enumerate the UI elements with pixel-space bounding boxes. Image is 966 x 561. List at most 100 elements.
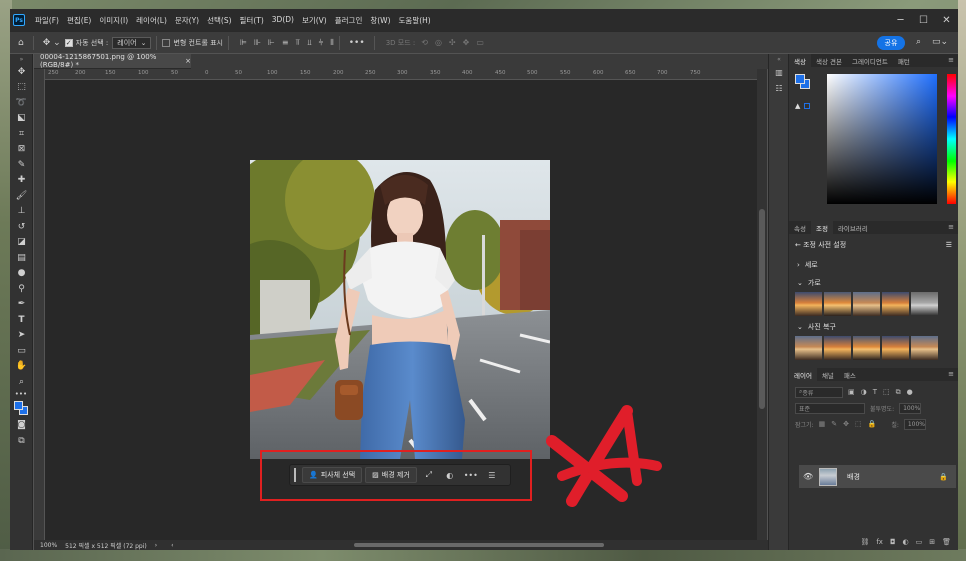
3d-slide-icon[interactable]: ✥ [463, 38, 470, 47]
transform-controls-checkbox[interactable] [162, 38, 171, 47]
menu-layer[interactable]: 레이어(L) [132, 15, 171, 26]
fx-icon[interactable]: fx [876, 538, 883, 546]
preset-thumbnail[interactable] [824, 292, 851, 316]
frame-tool-icon[interactable]: ⊠ [10, 142, 33, 158]
quick-mask-icon[interactable]: ◙ [10, 418, 33, 434]
tab-color[interactable]: 색상 [789, 54, 811, 67]
select-subject-button[interactable]: 👤 피사체 선택 [302, 467, 363, 483]
lock-all-icon[interactable]: 🔒 [868, 420, 877, 428]
menu-filter[interactable]: 필터(T) [236, 15, 268, 26]
filter-toggle-icon[interactable]: ● [907, 388, 913, 397]
type-tool-icon[interactable]: T [10, 312, 33, 328]
history-icon[interactable]: ▥ [769, 64, 789, 80]
preset-group-landscape[interactable]: ⌄ 가로 [789, 274, 958, 292]
lock-artboard-icon[interactable]: ⬚ [855, 420, 862, 428]
foreground-color-swatch[interactable] [14, 400, 23, 410]
rectangle-tool-icon[interactable]: ▭ [10, 343, 33, 359]
move-tool-icon[interactable]: ✥ ⌄ [43, 38, 61, 48]
foreground-color-swatch[interactable] [795, 74, 805, 84]
preset-thumbnail[interactable] [911, 292, 938, 316]
vertical-ruler[interactable] [34, 69, 45, 540]
pixel-filter-icon[interactable]: ▣ [848, 388, 855, 397]
align-right-icon[interactable]: ⊩ [268, 38, 275, 48]
clone-stamp-tool-icon[interactable]: ⊥ [10, 204, 33, 220]
horizontal-scroll-thumb[interactable] [354, 543, 604, 547]
menu-view[interactable]: 보기(V) [298, 15, 331, 26]
new-layer-icon[interactable]: ⊞ [929, 538, 935, 546]
layer-row-background[interactable]: 👁 배경 🔒 [799, 465, 956, 488]
layer-name[interactable]: 배경 [847, 472, 860, 482]
web-safe-swatch[interactable] [804, 103, 810, 109]
menu-select[interactable]: 선택(S) [203, 15, 235, 26]
photoshop-logo-icon[interactable]: Ps [13, 14, 25, 26]
lock-transparency-icon[interactable]: ▦ [819, 420, 826, 428]
workspace-icon[interactable]: ▭⌄ [932, 37, 948, 47]
eyedropper-tool-icon[interactable]: ✎ [10, 157, 33, 173]
tab-gradients[interactable]: 그레이디언트 [847, 54, 893, 67]
adjustment-icon[interactable]: ◐ [441, 471, 459, 480]
share-button[interactable]: 공유 [877, 36, 905, 50]
menu-image[interactable]: 이미지(I) [95, 15, 132, 26]
close-icon[interactable]: ✕ [935, 9, 958, 31]
tab-patterns[interactable]: 패턴 [893, 54, 915, 67]
eraser-tool-icon[interactable]: ◪ [10, 235, 33, 251]
hue-slider[interactable] [947, 74, 956, 204]
new-group-icon[interactable]: ▭ [916, 538, 923, 546]
3d-rotate-icon[interactable]: ⟲ [421, 38, 428, 47]
more-options-icon[interactable]: ••• [462, 471, 480, 480]
preset-thumbnail[interactable] [795, 292, 822, 316]
collapse-arrows-icon[interactable]: « [769, 54, 789, 64]
brush-tool-icon[interactable]: 🖌 [10, 188, 33, 204]
auto-select-dropdown[interactable]: 레이어 ⌄ [112, 36, 152, 49]
dodge-tool-icon[interactable]: ⚲ [10, 281, 33, 297]
menu-plugins[interactable]: 플러그인 [331, 15, 367, 26]
tab-layers[interactable]: 레이어 [789, 368, 817, 381]
opacity-input[interactable]: 100% [899, 402, 922, 414]
vertical-scrollbar[interactable] [757, 69, 767, 540]
color-swatches[interactable] [10, 398, 33, 418]
3d-scale-icon[interactable]: ▭ [476, 38, 484, 47]
smart-object-filter-icon[interactable]: ⧉ [896, 388, 901, 397]
object-selection-tool-icon[interactable]: ⬕ [10, 111, 33, 127]
scroll-thumb[interactable] [759, 209, 765, 409]
preset-group-photo-repair[interactable]: ⌄ 사진 복구 [789, 318, 958, 336]
preset-thumbnail[interactable] [882, 292, 909, 316]
chevron-left-icon[interactable]: ‹ [171, 542, 173, 549]
tab-libraries[interactable]: 라이브러리 [833, 221, 873, 234]
blend-mode-dropdown[interactable]: 표준 [795, 402, 865, 414]
lock-position-icon[interactable]: ✥ [843, 420, 849, 428]
menu-edit[interactable]: 편집(E) [63, 15, 95, 26]
align-bottom-icon[interactable]: ⫩ [319, 38, 324, 48]
more-options-icon[interactable]: ••• [349, 38, 365, 48]
layer-kind-filter[interactable]: ⌕ 종류 [795, 386, 843, 398]
type-filter-icon[interactable]: T [873, 388, 877, 397]
preset-thumbnail[interactable] [911, 336, 938, 360]
list-view-icon[interactable]: ☰ [946, 241, 952, 249]
preset-thumbnail[interactable] [824, 336, 851, 360]
gamut-warning-icon[interactable]: ▲ [795, 102, 800, 110]
tab-paths[interactable]: 패스 [839, 368, 861, 381]
link-layers-icon[interactable]: ⛓ [860, 538, 869, 546]
align-center-icon[interactable]: ⊪ [254, 38, 261, 48]
panel-menu-icon[interactable]: ≡ [948, 223, 954, 231]
align-top-icon[interactable]: ⫪ [296, 38, 301, 48]
pen-tool-icon[interactable]: ✒ [10, 297, 33, 313]
preset-thumbnail[interactable] [795, 336, 822, 360]
menu-type[interactable]: 문자(Y) [171, 15, 203, 26]
tab-channels[interactable]: 채널 [817, 368, 839, 381]
zoom-tool-icon[interactable]: ⌕ [10, 374, 33, 390]
healing-brush-tool-icon[interactable]: ✚ [10, 173, 33, 189]
preset-thumbnail[interactable] [882, 336, 909, 360]
move-tool-icon[interactable]: ✥ [10, 64, 33, 80]
collapse-arrows-icon[interactable]: » [10, 54, 33, 64]
preset-group-portrait[interactable]: › 세로 [789, 256, 958, 274]
blur-tool-icon[interactable]: ● [10, 266, 33, 282]
document-image[interactable] [250, 160, 550, 459]
home-icon[interactable]: ⌂ [18, 38, 24, 48]
marquee-tool-icon[interactable]: ⬚ [10, 80, 33, 96]
adjustment-filter-icon[interactable]: ◑ [861, 388, 867, 397]
3d-roll-icon[interactable]: ◎ [435, 38, 442, 47]
tab-adjustments[interactable]: 조정 [810, 221, 833, 234]
preset-thumbnail[interactable] [853, 336, 880, 360]
document-tab[interactable]: 00004-1215867501.png @ 100% (RGB/8#) * × [34, 53, 191, 69]
